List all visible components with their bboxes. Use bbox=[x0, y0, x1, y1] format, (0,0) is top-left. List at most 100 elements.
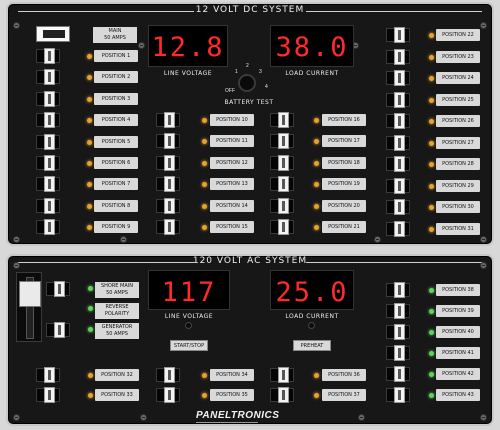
ac-source-selector[interactable] bbox=[16, 272, 42, 342]
breaker-toggle[interactable] bbox=[394, 303, 405, 319]
ac-bottom-breaker-5[interactable] bbox=[270, 387, 294, 403]
ac-title-rule-right bbox=[306, 262, 482, 263]
breaker-toggle[interactable] bbox=[394, 70, 405, 86]
breaker-toggle[interactable] bbox=[44, 197, 55, 214]
breaker-toggle[interactable] bbox=[44, 176, 55, 193]
breaker-toggle[interactable] bbox=[278, 197, 289, 214]
breaker-toggle[interactable] bbox=[394, 345, 405, 361]
breaker-toggle[interactable] bbox=[44, 367, 55, 383]
breaker-toggle[interactable] bbox=[278, 219, 289, 235]
dc-left-breaker-8[interactable] bbox=[36, 219, 60, 236]
breaker-toggle[interactable] bbox=[164, 197, 175, 214]
dc-right-breaker-5[interactable] bbox=[386, 134, 410, 151]
ac-bottom-breaker-1[interactable] bbox=[36, 387, 60, 403]
breaker-toggle[interactable] bbox=[394, 134, 405, 151]
dc-left-breaker-1[interactable] bbox=[36, 69, 60, 86]
dc-midright-breaker-5[interactable] bbox=[270, 219, 294, 235]
breaker-toggle[interactable] bbox=[394, 48, 405, 65]
breaker-toggle[interactable] bbox=[44, 387, 55, 403]
generator-label-line1: GENERATOR bbox=[101, 324, 133, 330]
shore-main-breaker[interactable] bbox=[46, 281, 70, 297]
dc-right-breaker-6[interactable] bbox=[386, 156, 410, 172]
dc-midright-breaker-4[interactable] bbox=[270, 197, 294, 214]
battery-test-knob[interactable] bbox=[238, 74, 256, 92]
dc-left-breaker-4[interactable] bbox=[36, 133, 60, 150]
dc-right-breaker-9[interactable] bbox=[386, 220, 410, 237]
dc-midleft-breaker-5[interactable] bbox=[156, 219, 180, 235]
breaker-toggle[interactable] bbox=[394, 177, 405, 194]
ac-right-breaker-2[interactable] bbox=[386, 324, 410, 340]
dc-right-breaker-2[interactable] bbox=[386, 70, 410, 86]
breaker-toggle[interactable] bbox=[278, 154, 289, 171]
dc-midright-breaker-3[interactable] bbox=[270, 176, 294, 193]
breaker-toggle[interactable] bbox=[164, 112, 175, 128]
dc-left-breaker-3[interactable] bbox=[36, 112, 60, 129]
breaker-toggle[interactable] bbox=[278, 367, 289, 383]
breaker-toggle[interactable] bbox=[44, 48, 55, 64]
ac-bottom-breaker-3[interactable] bbox=[156, 387, 180, 403]
breaker-toggle[interactable] bbox=[394, 27, 405, 43]
breaker-toggle[interactable] bbox=[164, 133, 175, 150]
ac-right-breaker-3[interactable] bbox=[386, 345, 410, 361]
dc-midleft-breaker-3[interactable] bbox=[156, 176, 180, 193]
dc-right-breaker-3[interactable] bbox=[386, 91, 410, 108]
breaker-toggle[interactable] bbox=[44, 155, 55, 171]
breaker-toggle[interactable] bbox=[394, 91, 405, 108]
dc-midleft-breaker-0[interactable] bbox=[156, 112, 180, 128]
breaker-toggle[interactable] bbox=[44, 219, 55, 236]
ac-bottom-breaker-4[interactable] bbox=[270, 367, 294, 383]
breaker-toggle[interactable] bbox=[44, 90, 55, 107]
ac-bottom-breaker-2[interactable] bbox=[156, 367, 180, 383]
breaker-toggle[interactable] bbox=[44, 133, 55, 150]
ac-right-breaker-5[interactable] bbox=[386, 387, 410, 403]
dc-right-breaker-8[interactable] bbox=[386, 199, 410, 215]
breaker-toggle[interactable] bbox=[394, 366, 405, 382]
breaker-toggle[interactable] bbox=[44, 69, 55, 86]
ac-right-breaker-1[interactable] bbox=[386, 303, 410, 319]
dc-midleft-breaker-2[interactable] bbox=[156, 154, 180, 171]
breaker-toggle[interactable] bbox=[44, 112, 55, 129]
breaker-toggle[interactable] bbox=[164, 387, 175, 403]
preheat-button[interactable]: PREHEAT bbox=[293, 340, 331, 351]
ac-bottom-led-0 bbox=[88, 373, 93, 378]
breaker-toggle[interactable] bbox=[394, 113, 405, 129]
dc-midleft-breaker-1[interactable] bbox=[156, 133, 180, 150]
ac-right-label-2: POSITION 40 bbox=[436, 326, 480, 338]
breaker-toggle[interactable] bbox=[164, 176, 175, 193]
dc-right-breaker-1[interactable] bbox=[386, 48, 410, 65]
dc-left-breaker-6[interactable] bbox=[36, 176, 60, 193]
dc-left-breaker-5[interactable] bbox=[36, 155, 60, 171]
dc-midleft-led-4 bbox=[202, 203, 207, 209]
dc-left-label-4: POSITION 5 bbox=[94, 135, 138, 148]
dc-midright-breaker-0[interactable] bbox=[270, 112, 294, 128]
dc-midright-breaker-1[interactable] bbox=[270, 133, 294, 150]
dc-midleft-breaker-4[interactable] bbox=[156, 197, 180, 214]
breaker-toggle[interactable] bbox=[394, 220, 405, 237]
breaker-toggle[interactable] bbox=[394, 282, 405, 298]
dc-midright-breaker-2[interactable] bbox=[270, 154, 294, 171]
generator-breaker[interactable] bbox=[46, 322, 70, 338]
dc-left-breaker-2[interactable] bbox=[36, 90, 60, 107]
breaker-toggle[interactable] bbox=[394, 199, 405, 215]
breaker-toggle[interactable] bbox=[278, 133, 289, 150]
dc-right-breaker-0[interactable] bbox=[386, 27, 410, 43]
breaker-toggle[interactable] bbox=[394, 156, 405, 172]
ac-bottom-breaker-0[interactable] bbox=[36, 367, 60, 383]
dc-right-breaker-4[interactable] bbox=[386, 113, 410, 129]
breaker-toggle[interactable] bbox=[164, 367, 175, 383]
breaker-toggle[interactable] bbox=[394, 387, 405, 403]
breaker-toggle[interactable] bbox=[278, 112, 289, 128]
dc-left-breaker-0[interactable] bbox=[36, 48, 60, 64]
breaker-toggle[interactable] bbox=[164, 154, 175, 171]
breaker-toggle[interactable] bbox=[164, 219, 175, 235]
ac-right-breaker-4[interactable] bbox=[386, 366, 410, 382]
breaker-toggle[interactable] bbox=[394, 324, 405, 340]
breaker-toggle[interactable] bbox=[278, 176, 289, 193]
selector-lock-plate[interactable] bbox=[19, 281, 41, 307]
dc-main-breaker[interactable] bbox=[36, 26, 70, 42]
dc-right-breaker-7[interactable] bbox=[386, 177, 410, 194]
dc-left-breaker-7[interactable] bbox=[36, 197, 60, 214]
breaker-toggle[interactable] bbox=[278, 387, 289, 403]
ac-right-breaker-0[interactable] bbox=[386, 282, 410, 298]
start-stop-button[interactable]: START/STOP bbox=[170, 340, 208, 351]
